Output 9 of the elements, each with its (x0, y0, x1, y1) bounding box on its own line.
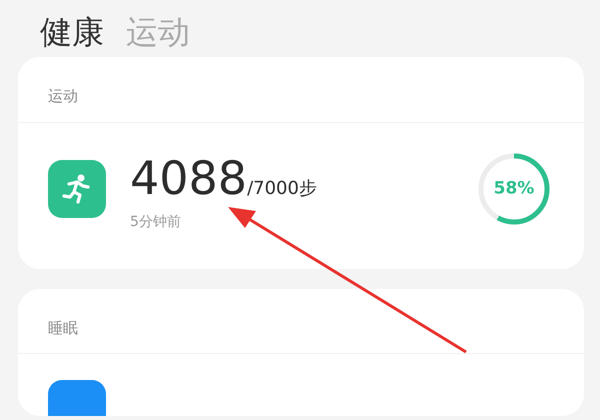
card-title: 运动 (18, 57, 584, 122)
progress-label: 58% (494, 180, 534, 197)
card-title: 睡眠 (18, 288, 584, 354)
tab[interactable]: 健康 (40, 16, 104, 48)
update-time: 5分钟前 (130, 212, 182, 232)
running-icon (48, 160, 106, 218)
app-icon (48, 380, 106, 416)
step-goal: /7000步 (247, 176, 317, 200)
step-count: 4088 (130, 154, 248, 200)
